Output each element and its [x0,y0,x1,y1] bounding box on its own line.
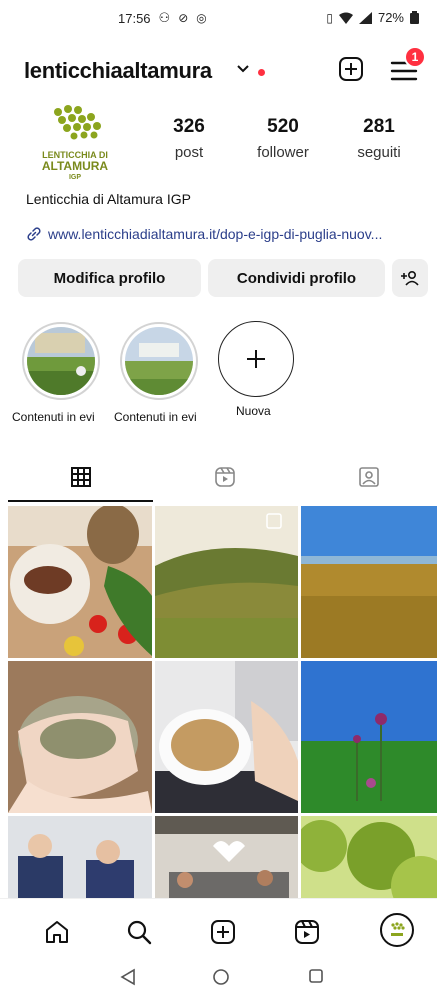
stat-posts[interactable]: 326 post [144,116,234,161]
nav-create[interactable] [208,917,238,947]
search-icon [127,920,152,945]
status-bar: 17:56 ⚇ ⊘ ◎ ▯ 72% [0,0,437,36]
following-label: seguiti [357,144,401,161]
post-thumbnail[interactable] [155,506,298,658]
posts-count: 326 [173,116,205,137]
profile-header: lenticchiaaltamura 1 [0,46,437,92]
highlight-2-image [125,327,193,395]
clock: 17:56 [118,10,151,26]
profile-tabs [0,452,437,502]
posts-label: post [174,144,204,161]
wifi-icon [338,12,353,24]
home-circle-icon[interactable] [212,968,230,986]
back-icon[interactable] [120,968,136,986]
nav-profile[interactable] [380,913,414,947]
avatar-logo-text: LENTICCHIA DI ALTAMURA IGP [41,150,109,181]
discover-people-button[interactable] [392,259,428,297]
highlight-2[interactable] [120,322,198,400]
reels-icon [214,467,235,487]
nav-reels[interactable] [292,917,322,947]
stat-following[interactable]: 281 seguiti [334,116,424,161]
battery-icon [410,11,419,24]
battery-level: 72% [377,10,404,25]
followers-label: follower [257,144,309,161]
post-thumbnail[interactable] [301,506,437,658]
tab-tagged[interactable] [296,452,437,502]
signal-icon [358,11,372,24]
following-count: 281 [363,116,395,137]
nav-home[interactable] [42,917,72,947]
profile-avatar-icon [391,922,405,936]
new-highlight-button[interactable] [218,321,294,397]
post-thumbnail[interactable] [8,661,152,813]
active-tab-indicator [8,500,153,502]
notification-badge: 1 [404,46,426,68]
add-person-icon [401,270,419,286]
reels-icon [295,920,319,944]
link-icon [27,227,41,241]
profile-link[interactable]: www.lenticchiadialtamura.it/dop-e-igp-di… [26,226,431,242]
data-saver-icon: ⊘ [178,11,189,25]
highlight-2-label: Contenuti in evi [114,410,197,424]
tab-reels[interactable] [152,452,297,502]
vibrate-icon: ▯ [326,10,333,25]
system-navigation [0,960,437,993]
edit-profile-button[interactable]: Modifica profilo [18,259,201,297]
recents-icon[interactable] [308,968,324,984]
stat-followers[interactable]: 520 follower [238,116,328,161]
share-profile-button[interactable]: Condividi profilo [208,259,385,297]
tagged-icon [358,467,379,487]
highlight-1-image [27,327,95,395]
instagram-notif-icon: ◎ [196,11,207,25]
username[interactable]: lenticchiaaltamura [24,58,212,84]
create-icon [211,920,235,944]
new-highlight-label: Nuova [236,404,271,418]
home-icon [46,921,68,943]
profile-link-text: www.lenticchiadialtamura.it/dop-e-igp-di… [48,226,383,242]
profile-name: Lenticchia di Altamura IGP [26,191,191,207]
post-thumbnail[interactable] [8,506,152,658]
account-switch-dot [258,69,265,76]
create-post-icon[interactable] [338,56,364,82]
highlight-1-label: Contenuti in evi [12,410,95,424]
nav-search[interactable] [124,917,154,947]
highlight-1[interactable] [22,322,100,400]
avatar[interactable]: LENTICCHIA DI ALTAMURA IGP [28,100,122,194]
followers-count: 520 [267,116,299,137]
bluetooth-icon: ⚇ [158,10,171,25]
tab-posts[interactable] [8,452,153,502]
post-thumbnail[interactable] [155,661,298,813]
plus-icon [247,350,265,368]
bottom-navigation [0,898,437,960]
post-thumbnail[interactable] [301,661,437,813]
chevron-down-icon[interactable] [236,64,250,74]
grid-icon [70,467,91,487]
